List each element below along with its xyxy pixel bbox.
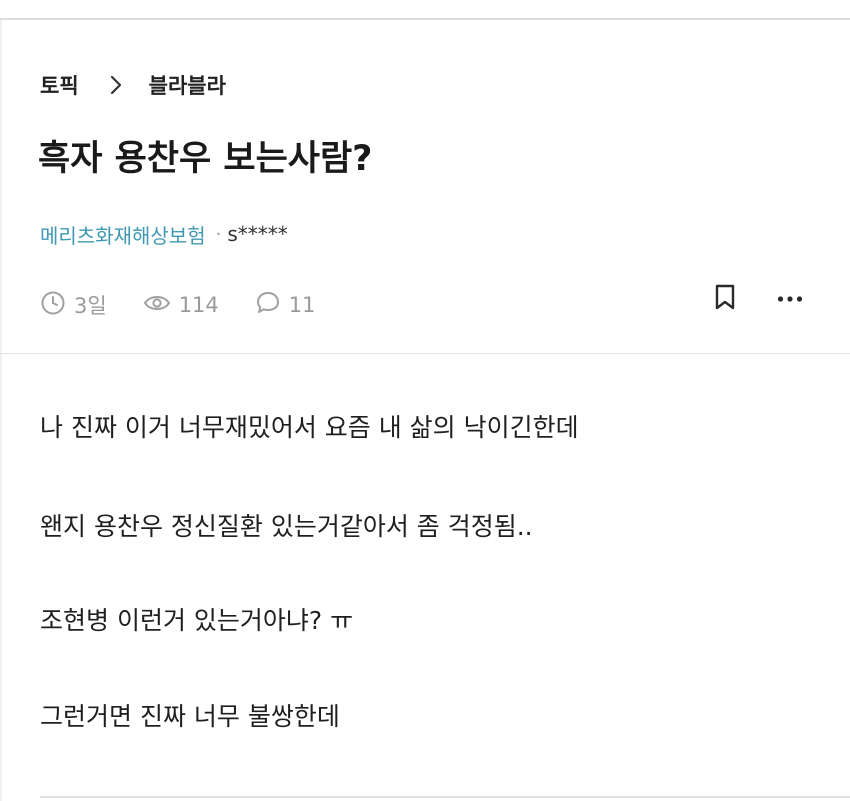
- more-options-button[interactable]: [774, 283, 806, 311]
- top-divider: [0, 18, 850, 20]
- post-meta: 3일 114 11: [40, 290, 352, 320]
- bookmark-icon: [713, 283, 737, 315]
- breadcrumb-topic[interactable]: 토픽: [40, 70, 79, 100]
- more-dots-icon: [777, 288, 803, 307]
- post-body-line: 왠지 용찬우 정신질환 있는거같아서 좀 걱정됨..: [40, 512, 533, 541]
- post-body-line: 그런거면 진짜 너무 불쌍한데: [40, 702, 340, 731]
- breadcrumb: 토픽 블라블라: [40, 70, 226, 100]
- views-meta: 114: [143, 292, 219, 319]
- author-info: 메리츠화재해상보험 · s*****: [40, 220, 288, 248]
- clock-icon: [40, 290, 74, 321]
- post-body-line: 조현병 이런거 있는거아냐? ㅠ: [40, 606, 354, 635]
- comment-bubble-icon: [255, 290, 289, 321]
- author-company-link[interactable]: 메리츠화재해상보험: [40, 220, 206, 249]
- bottom-divider: [40, 796, 850, 798]
- eye-icon: [143, 292, 179, 319]
- left-edge-shadow: [0, 20, 2, 801]
- post-title: 흑자 용찬우 보는사람?: [38, 139, 373, 179]
- post-body-line: 나 진짜 이거 너무재밌어서 요즘 내 삶의 낙이긴한데: [40, 413, 579, 442]
- post-page: 토픽 블라블라 흑자 용찬우 보는사람? 메리츠화재해상보험 · s***** …: [0, 0, 850, 801]
- content-divider: [0, 353, 850, 354]
- breadcrumb-board[interactable]: 블라블라: [149, 70, 226, 100]
- bookmark-button[interactable]: [709, 283, 741, 315]
- view-count: 114: [178, 293, 219, 317]
- time-ago: 3일: [74, 294, 107, 318]
- comment-count: 11: [288, 293, 316, 317]
- chevron-right-icon: [101, 74, 131, 96]
- author-username: s*****: [227, 222, 288, 246]
- time-meta: 3일: [40, 290, 107, 321]
- author-separator: ·: [215, 223, 222, 245]
- comments-meta[interactable]: 11: [255, 290, 316, 321]
